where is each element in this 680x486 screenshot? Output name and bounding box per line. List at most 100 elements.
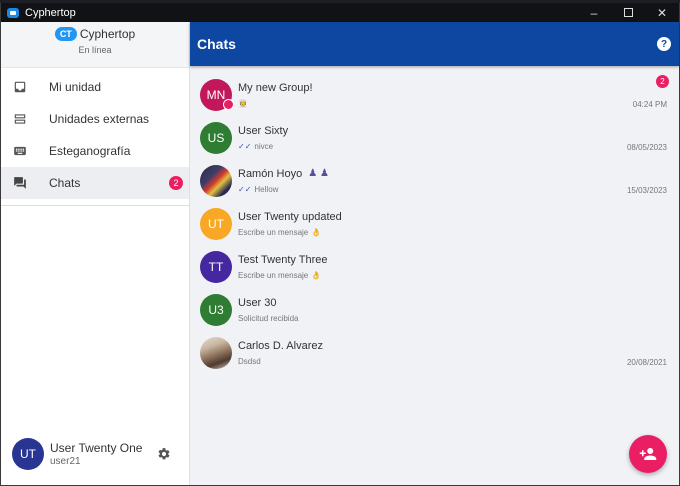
- user-name: User Twenty One: [50, 441, 143, 455]
- unread-badge: 2: [169, 176, 183, 190]
- main-panel: Chats ? MN My new Group! 👳 2 04:24 PM US…: [190, 22, 679, 485]
- brand-header: CT Cyphertop En línea: [1, 22, 189, 68]
- sidebar-item-mi-unidad[interactable]: Mi unidad: [1, 71, 189, 103]
- list-item[interactable]: Carlos D. Alvarez Dsdsd 20/08/2021: [190, 331, 679, 374]
- avatar: MN: [200, 78, 234, 111]
- chat-time: 15/03/2023: [626, 186, 667, 195]
- chat-text: Test Twenty Three Escribe un mensaje 👌: [238, 254, 679, 280]
- list-item[interactable]: Ramón Hoyo ♟ ♟ ✓✓ Hellow 15/03/2023: [190, 159, 679, 202]
- help-icon[interactable]: ?: [657, 37, 671, 51]
- sidebar-item-label: Esteganografía: [49, 144, 131, 158]
- sidebar-item-chats[interactable]: Chats 2: [1, 167, 189, 199]
- user-handle: user21: [50, 456, 81, 467]
- chat-text: Ramón Hoyo ♟ ♟ ✓✓ Hellow: [238, 168, 679, 194]
- chat-name: Carlos D. Alvarez: [238, 340, 679, 352]
- sidebar-nav: Mi unidad Unidades externas Esteganograf…: [1, 71, 189, 199]
- new-chat-button[interactable]: [629, 435, 667, 473]
- chat-preview: Dsdsd: [238, 357, 679, 366]
- avatar-initials: MN: [206, 87, 226, 102]
- chess-pawn-icon: ♟ ♟: [308, 168, 329, 179]
- gear-icon[interactable]: [157, 447, 171, 461]
- chat-preview: ✓✓ Hellow: [238, 185, 679, 194]
- chat-text: User Twenty updated Escribe un mensaje 👌: [238, 211, 679, 237]
- group-icon: [223, 98, 234, 110]
- emoji-icon: 👌: [311, 227, 322, 237]
- drives-icon: [13, 112, 27, 126]
- sidebar-item-label: Unidades externas: [49, 112, 150, 126]
- page-title: Chats: [197, 36, 236, 52]
- list-item[interactable]: US User Sixty ✓✓ nivce 08/05/2023: [190, 116, 679, 159]
- add-person-icon: [639, 448, 657, 460]
- read-ticks-icon: ✓✓: [238, 141, 252, 151]
- list-item[interactable]: MN My new Group! 👳 2 04:24 PM: [190, 73, 679, 116]
- chat-name-text: User Twenty updated: [238, 210, 342, 223]
- app-window: Cyphertop – ✕ CT Cyphertop En línea Mi u…: [0, 3, 680, 486]
- chat-preview: Escribe un mensaje 👌: [238, 271, 679, 280]
- unread-badge: 2: [656, 75, 669, 88]
- chat-name: User Twenty updated: [238, 211, 679, 223]
- brand-row: CT Cyphertop: [1, 27, 189, 41]
- chat-preview-text: Escribe un mensaje: [238, 227, 309, 237]
- keyboard-icon: [13, 144, 27, 158]
- chat-name-text: Ramón Hoyo: [238, 167, 303, 180]
- app-content: CT Cyphertop En línea Mi unidad Unidades: [1, 22, 679, 485]
- chat-preview-text: Dsdsd: [238, 356, 261, 366]
- chat-name: Test Twenty Three: [238, 254, 679, 266]
- app-bar: Chats ?: [190, 22, 679, 66]
- current-user[interactable]: UT User Twenty One user21: [1, 423, 189, 485]
- sidebar-item-label: Mi unidad: [49, 80, 102, 94]
- chat-icon: [13, 176, 27, 190]
- app-logo-icon: [7, 7, 19, 18]
- brand-name: Cyphertop: [79, 27, 136, 41]
- chat-name-text: User Sixty: [238, 124, 289, 137]
- user-info: User Twenty One user21: [50, 441, 157, 467]
- chat-preview-text: nivce: [254, 141, 274, 151]
- list-item[interactable]: U3 User 30 Solicitud recibida: [190, 288, 679, 331]
- maximize-button[interactable]: [611, 3, 645, 22]
- chat-name: User 30: [238, 297, 679, 309]
- online-status: En línea: [78, 45, 112, 55]
- sidebar-item-unidades-externas[interactable]: Unidades externas: [1, 103, 189, 135]
- emoji-icon: 👌: [311, 270, 322, 280]
- sidebar: CT Cyphertop En línea Mi unidad Unidades: [1, 22, 190, 485]
- chat-preview: Solicitud recibida: [238, 314, 679, 323]
- sidebar-item-esteganografia[interactable]: Esteganografía: [1, 135, 189, 167]
- list-item[interactable]: UT User Twenty updated Escribe un mensaj…: [190, 202, 679, 245]
- avatar-photo: [200, 164, 232, 197]
- sidebar-item-label: Chats: [49, 176, 81, 190]
- chat-list: MN My new Group! 👳 2 04:24 PM US User Si…: [190, 66, 679, 374]
- chat-text: Carlos D. Alvarez Dsdsd: [238, 340, 679, 366]
- read-ticks-icon: ✓✓: [238, 184, 252, 194]
- avatar: US: [200, 121, 232, 154]
- chat-name-text: Carlos D. Alvarez: [238, 339, 323, 352]
- chat-time: 08/05/2023: [626, 143, 667, 152]
- chat-preview-text: Hellow: [254, 184, 279, 194]
- chat-name-text: Test Twenty Three: [238, 253, 328, 266]
- brand-logo-icon: CT: [54, 27, 77, 41]
- chat-name: Ramón Hoyo ♟ ♟: [238, 168, 679, 180]
- title-bar: Cyphertop – ✕: [1, 3, 679, 22]
- chat-preview-text: Escribe un mensaje: [238, 270, 309, 280]
- list-item[interactable]: TT Test Twenty Three Escribe un mensaje …: [190, 245, 679, 288]
- avatar: TT: [200, 250, 232, 283]
- chat-preview-text: Solicitud recibida: [238, 313, 299, 323]
- chat-name: User Sixty: [238, 125, 679, 137]
- close-button[interactable]: ✕: [645, 3, 679, 22]
- chat-text: User 30 Solicitud recibida: [238, 297, 679, 323]
- avatar-photo: [200, 336, 232, 369]
- chat-text: My new Group! 👳: [238, 82, 679, 108]
- window-title: Cyphertop: [25, 6, 76, 19]
- chat-text: User Sixty ✓✓ nivce: [238, 125, 679, 151]
- chat-name-text: User 30: [238, 296, 277, 309]
- chat-preview: 👳: [238, 99, 679, 108]
- avatar: UT: [200, 207, 232, 240]
- chat-time: 04:24 PM: [632, 100, 667, 109]
- sidebar-divider: [1, 205, 189, 206]
- inbox-icon: [13, 80, 27, 94]
- avatar: U3: [200, 293, 232, 326]
- chat-time: 20/08/2021: [626, 358, 667, 367]
- emoji-icon: 👳: [238, 98, 248, 108]
- avatar: UT: [12, 438, 44, 470]
- chat-name: My new Group!: [238, 82, 679, 94]
- minimize-button[interactable]: –: [577, 3, 611, 22]
